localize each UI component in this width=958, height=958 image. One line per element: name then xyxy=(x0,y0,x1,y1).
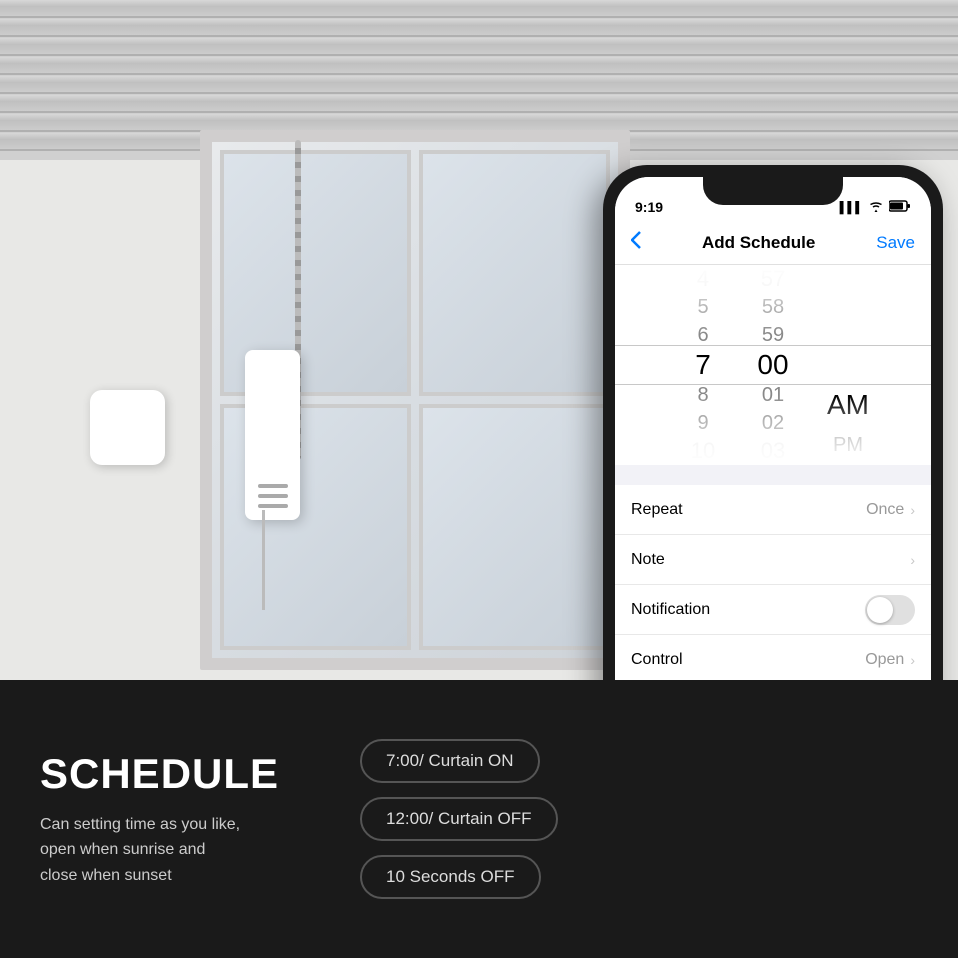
status-time: 9:19 xyxy=(635,199,663,215)
settings-list: Repeat Once › Note › Notification xyxy=(615,485,931,680)
smart-hub-device xyxy=(90,390,165,465)
phone-notch xyxy=(703,177,843,205)
picker-selected-minute: 00 xyxy=(733,349,813,381)
minute-picker-column[interactable]: 57 58 59 00 01 02 03 xyxy=(733,265,813,465)
hour-picker-column[interactable]: 4 5 6 7 8 9 10 xyxy=(663,265,743,465)
schedule-description: Can setting time as you like,open when s… xyxy=(40,812,320,889)
ampm-picker-column[interactable]: AM PM xyxy=(813,265,883,465)
motor-indicator xyxy=(258,484,288,508)
blind-slat xyxy=(0,95,958,113)
back-button[interactable] xyxy=(631,231,641,254)
nav-bar: Add Schedule Save xyxy=(615,221,931,265)
repeat-label: Repeat xyxy=(631,501,683,519)
picker-item: 9 xyxy=(663,409,743,437)
chevron-icon: › xyxy=(910,652,915,668)
signal-icon: ▌▌▌ xyxy=(840,202,863,214)
picker-item: 5 xyxy=(663,293,743,321)
picker-item: 10 xyxy=(663,437,743,465)
picker-item: 57 xyxy=(733,265,813,293)
bottom-section: SCHEDULE Can setting time as you like,op… xyxy=(0,680,958,958)
power-cord xyxy=(262,510,265,610)
chevron-icon: › xyxy=(910,502,915,518)
phone: 9:19 ▌▌▌ Ad xyxy=(603,165,943,680)
curtain-motor xyxy=(245,350,300,520)
note-value: › xyxy=(910,552,915,568)
picker-item: 02 xyxy=(733,409,813,437)
badge-curtain-on: 7:00/ Curtain ON xyxy=(360,739,540,783)
window-pane xyxy=(419,150,610,396)
picker-selected-ampm: AM xyxy=(813,385,883,425)
motor-dot xyxy=(258,504,288,508)
control-value: Open › xyxy=(865,651,915,669)
badge-seconds-off: 10 Seconds OFF xyxy=(360,855,541,899)
picker-item: 58 xyxy=(733,293,813,321)
screen-title: Add Schedule xyxy=(702,233,815,253)
phone-screen: 9:19 ▌▌▌ Ad xyxy=(615,177,931,680)
schedule-title: SCHEDULE xyxy=(40,750,320,798)
motor-dot xyxy=(258,484,288,488)
chevron-icon: › xyxy=(910,552,915,568)
battery-icon xyxy=(889,200,911,215)
badge-curtain-off: 12:00/ Curtain OFF xyxy=(360,797,558,841)
blind-slat xyxy=(0,38,958,56)
picker-selected-hour: 7 xyxy=(663,349,743,381)
note-setting[interactable]: Note › xyxy=(615,535,931,585)
blind-slat xyxy=(0,76,958,94)
schedule-text-block: SCHEDULE Can setting time as you like,op… xyxy=(40,750,320,889)
repeat-setting[interactable]: Repeat Once › xyxy=(615,485,931,535)
blind-slat xyxy=(0,19,958,37)
picker-item xyxy=(813,345,883,385)
picker-item: 01 xyxy=(733,381,813,409)
repeat-value: Once › xyxy=(866,501,915,519)
status-icons: ▌▌▌ xyxy=(840,200,911,215)
control-setting[interactable]: Control Open › xyxy=(615,635,931,680)
picker-columns: 4 5 6 7 8 9 10 57 58 xyxy=(663,265,883,465)
blind-slat xyxy=(0,57,958,75)
picker-item: 8 xyxy=(663,381,743,409)
time-picker[interactable]: 4 5 6 7 8 9 10 57 58 xyxy=(615,265,931,465)
blind-slat xyxy=(0,0,958,18)
toggle-knob xyxy=(867,597,893,623)
notification-toggle[interactable] xyxy=(865,595,915,625)
motor-dot xyxy=(258,494,288,498)
picker-item-pm: PM xyxy=(813,425,883,465)
phone-container: 9:19 ▌▌▌ Ad xyxy=(603,165,958,680)
control-label: Control xyxy=(631,651,683,669)
notification-label: Notification xyxy=(631,601,710,619)
picker-item: 6 xyxy=(663,321,743,349)
picker-item xyxy=(813,265,883,345)
picker-item: 59 xyxy=(733,321,813,349)
top-section: 9:19 ▌▌▌ Ad xyxy=(0,0,958,680)
notification-setting[interactable]: Notification xyxy=(615,585,931,635)
control-text: Open xyxy=(865,651,904,669)
wifi-icon xyxy=(868,200,884,215)
repeat-text: Once xyxy=(866,501,904,519)
picker-item: 4 xyxy=(663,265,743,293)
note-label: Note xyxy=(631,551,665,569)
picker-item: 03 xyxy=(733,437,813,465)
window-pane xyxy=(419,404,610,650)
schedule-badges: 7:00/ Curtain ON 12:00/ Curtain OFF 10 S… xyxy=(360,739,918,899)
save-button[interactable]: Save xyxy=(876,233,915,253)
